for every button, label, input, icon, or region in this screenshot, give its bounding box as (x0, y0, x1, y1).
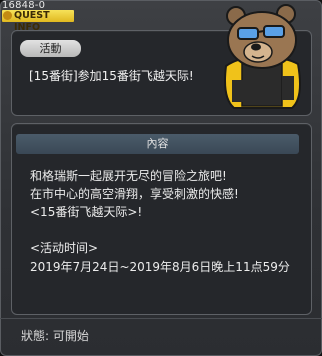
content-line-1: 和格瑞斯一起展开无尽的冒险之旅吧! (30, 169, 227, 183)
content-line-3: <15番街飞越天际>! (30, 205, 143, 219)
bear-mascot-icon (224, 4, 301, 109)
event-badge: 活動 (20, 40, 81, 57)
title-bar: QUEST INFO (2, 10, 74, 33)
content-line-2: 在市中心的高空滑翔，享受刺激的快感! (30, 187, 239, 201)
quest-status: 狀態: 可開始 (21, 329, 89, 343)
footer-divider (0, 318, 322, 319)
section-header: 內容 (16, 134, 299, 154)
content-line-4: <活动时间> (30, 241, 99, 255)
quest-icon (3, 11, 12, 20)
content-line-5: 2019年7月24日~2019年8月6日晚上11点59分 (30, 260, 290, 274)
quest-info-window: 16848-0 QUEST INFO 活動 [15番街]参加15番街飞越天际! … (0, 0, 322, 356)
event-title: [15番街]参加15番街飞越天际! (29, 69, 194, 83)
